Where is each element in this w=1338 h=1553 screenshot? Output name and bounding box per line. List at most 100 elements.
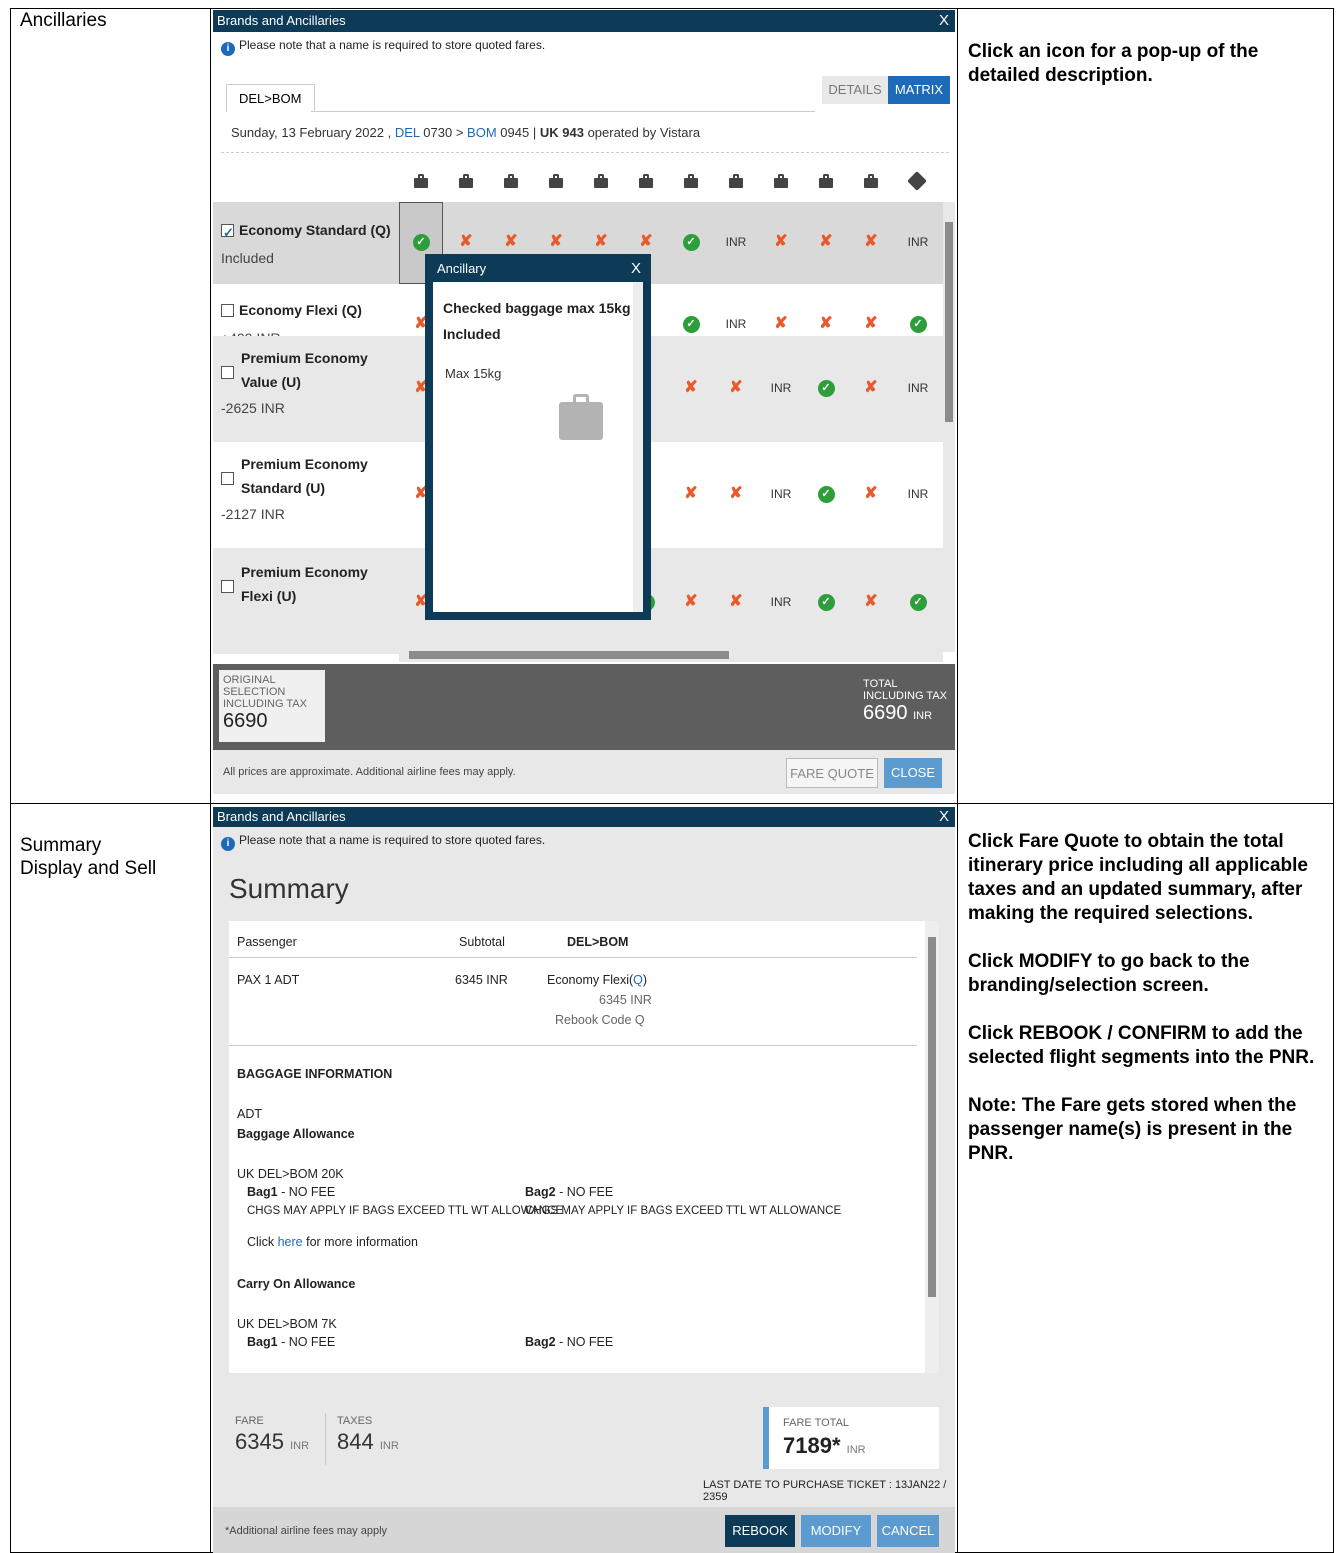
baggage-icon[interactable] — [504, 174, 518, 188]
divider — [229, 1045, 917, 1046]
carry-on-icon[interactable] — [684, 174, 698, 188]
bag2-fee: Bag2 - NO FEE — [525, 1185, 614, 1199]
rebook-button[interactable]: REBOOK — [725, 1515, 795, 1547]
passenger: PAX 1 ADT — [237, 973, 300, 987]
brand-price: Included — [221, 250, 274, 266]
brand-info: Economy Flexi(Q) — [547, 973, 648, 987]
summary-dialog: Brands and Ancillaries X i Please note th… — [213, 807, 955, 1553]
col-passenger: Passenger — [237, 935, 297, 949]
carry-on-icon[interactable] — [864, 174, 878, 188]
ancillary-icon-row — [213, 160, 955, 202]
col-subtotal: Subtotal — [459, 935, 505, 949]
brand-name: Premium Economy Value (U) — [241, 350, 368, 390]
last-purchase-date: LAST DATE TO PURCHASE TICKET : 13JAN22 /… — [703, 1479, 947, 1503]
fare-quote-button[interactable]: FARE QUOTE — [786, 758, 878, 788]
summary-panel: Passenger Subtotal DEL>BOM PAX 1 ADT 634… — [229, 921, 939, 1373]
popup-scrollbar[interactable] — [633, 282, 643, 612]
disclaimer: All prices are approximate. Additional a… — [223, 766, 516, 778]
row-label-summary: Summary — [20, 835, 102, 856]
info-message: i Please note that a name is required to … — [213, 827, 955, 853]
info-icon: i — [221, 837, 235, 851]
horizontal-scrollbar[interactable] — [399, 648, 943, 662]
fare-label: FARE — [235, 1415, 264, 1427]
baggage-icon[interactable] — [639, 174, 653, 188]
col-segment: DEL>BOM — [567, 935, 629, 949]
tab-del-bom[interactable]: DEL>BOM — [226, 84, 315, 112]
total-box: TOTAL INCLUDING TAX 6690 INR — [863, 678, 947, 724]
carry-on-icon[interactable] — [819, 174, 833, 188]
passenger-type: ADT — [237, 1107, 262, 1121]
dialog-footer: All prices are approximate. Additional a… — [213, 750, 955, 794]
subtotal: 6345 INR — [455, 973, 508, 987]
instruction-note: Click an icon for a pop-up of the detail… — [968, 41, 1259, 86]
original-selection-box: ORIGINAL SELECTION INCLUDING TAX 6690 — [219, 670, 325, 742]
brand-name: Premium Economy Standard (U) — [241, 456, 368, 496]
details-tab[interactable]: DETAILS — [822, 76, 888, 104]
close-icon[interactable]: X — [939, 10, 949, 32]
tab-underline — [311, 111, 815, 112]
scroll-thumb[interactable] — [409, 651, 729, 659]
info-text: Please note that a name is required to s… — [239, 833, 546, 847]
page-title: Summary — [229, 873, 349, 904]
baggage-icon[interactable] — [414, 174, 428, 188]
row-label-display-sell: Display and Sell — [20, 858, 157, 879]
note-rebook: Click REBOOK / CONFIRM to add the select… — [968, 1023, 1315, 1068]
brand-name: Economy Flexi (Q) — [239, 302, 362, 318]
tag-icon[interactable] — [907, 171, 927, 191]
popup-description: Max 15kg — [445, 366, 502, 381]
carry-on-icon[interactable] — [774, 174, 788, 188]
checked-segment: UK DEL>BOM 20K — [237, 1167, 344, 1181]
popup-body: Checked baggage max 15kg : Included Max … — [433, 282, 643, 612]
carry-segment: UK DEL>BOM 7K — [237, 1317, 337, 1331]
brand-name: Premium Economy Flexi (U) — [241, 564, 368, 604]
brand-checkbox[interactable] — [221, 472, 234, 485]
fare-value: 6345 INR — [235, 1429, 310, 1454]
baggage-allowance-heading: Baggage Allowance — [237, 1127, 355, 1141]
divider — [229, 957, 917, 958]
baggage-icon[interactable] — [459, 174, 473, 188]
separator — [221, 152, 949, 153]
brand-checkbox[interactable] — [221, 221, 234, 245]
info-text: Please note that a name is required to s… — [239, 38, 546, 52]
instruction-notes: Click Fare Quote to obtain the total iti… — [968, 830, 1323, 1190]
carry-on-heading: Carry On Allowance — [237, 1277, 356, 1291]
ancillary-popup: Ancillary X Checked baggage max 15kg : In… — [425, 254, 651, 620]
brand-checkbox[interactable] — [221, 366, 234, 379]
divider — [957, 8, 958, 1553]
brand-checkbox[interactable] — [221, 304, 234, 317]
close-icon[interactable]: X — [631, 254, 641, 284]
info-message: i Please note that a name is required to … — [213, 32, 955, 58]
divider — [210, 8, 211, 1553]
baggage-icon[interactable] — [549, 174, 563, 188]
taxes-value: 844 INR — [337, 1429, 399, 1454]
divider — [325, 1413, 326, 1465]
scroll-thumb[interactable] — [945, 222, 953, 422]
baggage-icon — [559, 394, 603, 440]
carry-on-icon[interactable] — [729, 174, 743, 188]
baggage-icon[interactable] — [594, 174, 608, 188]
close-button[interactable]: CLOSE — [884, 758, 942, 788]
modify-button[interactable]: MODIFY — [801, 1515, 871, 1547]
brand-checkbox[interactable] — [221, 580, 234, 593]
brand-name: Economy Standard (Q) — [239, 222, 391, 238]
total-value: 6690 — [863, 702, 908, 724]
dialog-title-bar: Brands and Ancillaries X — [213, 807, 955, 827]
vertical-scrollbar[interactable] — [943, 202, 955, 652]
close-icon[interactable]: X — [939, 807, 949, 827]
here-link[interactable]: here — [278, 1235, 303, 1249]
bag2-note: CHGS MAY APPLY IF BAGS EXCEED TTL WT ALL… — [525, 1205, 842, 1217]
fare-total-label: FARE TOTAL — [783, 1417, 850, 1429]
dialog-footer: *Additional airline fees may apply REBOO… — [213, 1507, 955, 1553]
rebook-code: Rebook Code Q — [555, 1013, 645, 1027]
bag1-fee: Bag1 - NO FEE — [247, 1185, 336, 1199]
brand-price: 6345 INR — [599, 993, 652, 1007]
brand-code-link[interactable]: Q — [633, 973, 643, 987]
scroll-thumb[interactable] — [928, 937, 936, 1297]
divider — [10, 803, 1334, 804]
vertical-scrollbar[interactable] — [925, 921, 939, 1373]
fare-total-value: 7189* INR — [783, 1433, 866, 1458]
more-info: Click here for more information — [247, 1235, 418, 1249]
price-footer: ORIGINAL SELECTION INCLUDING TAX 6690 TO… — [213, 664, 955, 750]
cancel-button[interactable]: CANCEL — [877, 1515, 939, 1547]
matrix-tab[interactable]: MATRIX — [888, 76, 950, 104]
